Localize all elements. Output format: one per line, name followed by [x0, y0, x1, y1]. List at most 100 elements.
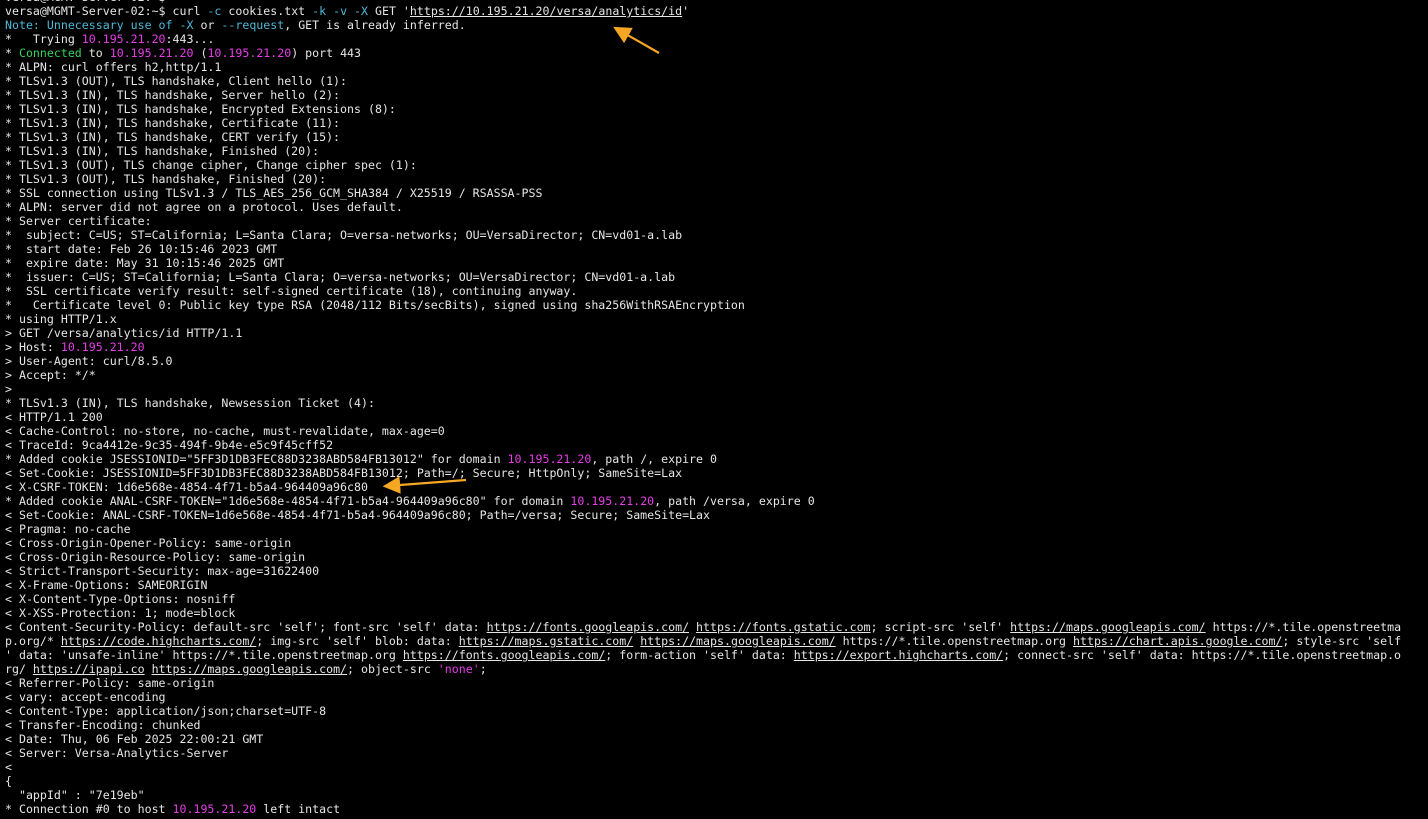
terminal-line: > User-Agent: curl/8.5.0	[5, 354, 1425, 368]
terminal-text: -v	[333, 4, 348, 18]
terminal-line: < Pragma: no-cache	[5, 522, 1425, 536]
terminal-line: * TLSv1.3 (IN), TLS handshake, CERT veri…	[5, 130, 1425, 144]
terminal-text: * TLSv1.3 (OUT), TLS handshake, Client h…	[5, 74, 348, 88]
terminal-text: < Set-Cookie: JSESSIONID=5FF3D1DB3FEC88D…	[5, 466, 683, 480]
terminal-text: > User-Agent: curl/8.5.0	[5, 354, 173, 368]
terminal-line: > Accept: */*	[5, 368, 1425, 382]
terminal-line: * Trying 10.195.21.20:443...	[5, 32, 1425, 46]
terminal-text: * Added cookie ANAL-CSRF-TOKEN="1d6e568e…	[5, 494, 571, 508]
terminal-line: < X-Frame-Options: SAMEORIGIN	[5, 578, 1425, 592]
terminal-text: * TLSv1.3 (IN), TLS handshake, Newsessio…	[5, 396, 375, 410]
terminal-text: < X-Content-Type-Options: nosniff	[5, 592, 236, 606]
terminal-text: * TLSv1.3 (OUT), TLS handshake, Finished…	[5, 172, 327, 186]
terminal-text: -k	[312, 4, 327, 18]
terminal-window[interactable]: versa@MGMT-Server-02:~$ versa@MGMT-Serve…	[0, 0, 1428, 819]
terminal-text: < Strict-Transport-Security: max-age=316…	[5, 564, 320, 578]
terminal-line: * SSL connection using TLSv1.3 / TLS_AES…	[5, 186, 1425, 200]
terminal-text: (	[193, 46, 208, 60]
terminal-text: < Cross-Origin-Opener-Policy: same-origi…	[5, 536, 292, 550]
terminal-text: < Set-Cookie: ANAL-CSRF-TOKEN=1d6e568e-4…	[5, 508, 710, 522]
terminal-text: GET '	[368, 4, 410, 18]
terminal-text: * issuer: C=US; ST=California; L=Santa C…	[5, 270, 676, 284]
terminal-text: < X-XSS-Protection: 1; mode=block	[5, 606, 236, 620]
terminal-link[interactable]: https://maps.googleapis.com/	[1010, 620, 1205, 634]
terminal-line: >	[5, 382, 1425, 396]
terminal-link[interactable]: https://fonts.googleapis.com/	[403, 648, 605, 662]
ip-address: 10.195.21.20	[81, 32, 166, 46]
terminal-text: * Connection #0 to host	[5, 802, 173, 816]
terminal-text: * expire date: May 31 10:15:46 2025 GMT	[5, 256, 285, 270]
terminal-line: * TLSv1.3 (OUT), TLS handshake, Finished…	[5, 172, 1425, 186]
terminal-line: < Cache-Control: no-store, no-cache, mus…	[5, 424, 1425, 438]
terminal-link[interactable]: https://10.195.21.20/versa/analytics/id	[410, 4, 682, 18]
ip-address: 10.195.21.20	[207, 46, 292, 60]
terminal-text: * TLSv1.3 (IN), TLS handshake, Encrypted…	[5, 102, 396, 116]
terminal-text: > GET /versa/analytics/id HTTP/1.1	[5, 326, 243, 340]
terminal-text: < Date: Thu, 06 Feb 2025 22:00:21 GMT	[5, 732, 264, 746]
terminal-line: <	[5, 760, 1425, 774]
terminal-line: * subject: C=US; ST=California; L=Santa …	[5, 228, 1425, 242]
terminal-line: "appId" : "7e19eb"	[5, 788, 1425, 802]
terminal-text: < Cross-Origin-Resource-Policy: same-ori…	[5, 550, 306, 564]
terminal-line: < Server: Versa-Analytics-Server	[5, 746, 1425, 760]
terminal-line: < Referrer-Policy: same-origin	[5, 676, 1425, 690]
terminal-line: * TLSv1.3 (IN), TLS handshake, Finished …	[5, 144, 1425, 158]
terminal-link[interactable]: https://export.highcharts.com/	[794, 648, 1003, 662]
terminal-text: ; img-src 'self' blob: data:	[256, 634, 459, 648]
terminal-text: Connected	[18, 46, 82, 60]
terminal-line: < TraceId: 9ca4412e-9c35-494f-9b4e-e5c9f…	[5, 438, 1425, 452]
terminal-line: * ALPN: curl offers h2,http/1.1	[5, 60, 1425, 74]
terminal-link[interactable]: https://fonts.gstatic.com	[696, 620, 871, 634]
terminal-link[interactable]: https://maps.googleapis.com/	[152, 662, 347, 676]
terminal-line: * TLSv1.3 (OUT), TLS handshake, Client h…	[5, 74, 1425, 88]
terminal-text: https://*.tile.openstreetma	[1205, 620, 1402, 634]
terminal-text: < X-CSRF-TOKEN: 1d6e568e-4854-4f71-b5a4-…	[5, 480, 368, 494]
terminal-text: left intact	[256, 802, 341, 816]
terminal-text: '	[682, 4, 690, 18]
terminal-text: * Certificate level 0: Public key type R…	[5, 298, 745, 312]
terminal-text: < HTTP/1.1 200	[5, 410, 103, 424]
terminal-link[interactable]: https://ipapi.co	[33, 662, 145, 676]
terminal-line: < X-CSRF-TOKEN: 1d6e568e-4854-4f71-b5a4-…	[5, 480, 1425, 494]
terminal-link[interactable]: https://maps.googleapis.com/	[640, 634, 835, 648]
terminal-line: < Content-Type: application/json;charset…	[5, 704, 1425, 718]
terminal-text: , path /, expire 0	[591, 452, 717, 466]
terminal-text: , GET is already inferred.	[284, 18, 466, 32]
terminal-text: * Server certificate:	[5, 214, 152, 228]
terminal-line: < Date: Thu, 06 Feb 2025 22:00:21 GMT	[5, 732, 1425, 746]
terminal-link[interactable]: https://fonts.googleapis.com/	[487, 620, 689, 634]
terminal-text: * Trying	[5, 32, 82, 46]
terminal-text: * TLSv1.3 (IN), TLS handshake, Finished …	[5, 144, 320, 158]
terminal-text: Note: Unnecessary use of	[5, 18, 180, 32]
terminal-text: -c	[207, 4, 222, 18]
terminal-link[interactable]: https://code.highcharts.com/	[61, 634, 256, 648]
terminal-text: < Content-Type: application/json;charset…	[5, 704, 327, 718]
terminal-text: * SSL certificate verify result: self-si…	[5, 284, 578, 298]
terminal-text: < Referrer-Policy: same-origin	[5, 676, 215, 690]
terminal-text: ) port 443	[291, 46, 362, 60]
terminal-text: ; form-action 'self' data:	[605, 648, 794, 662]
terminal-text: < Transfer-Encoding: chunked	[5, 718, 201, 732]
terminal-line: p.org/* https://code.highcharts.com/; im…	[5, 634, 1425, 648]
terminal-text: ; script-src 'self'	[870, 620, 1011, 634]
terminal-line: * start date: Feb 26 10:15:46 2023 GMT	[5, 242, 1425, 256]
terminal-line: {	[5, 774, 1425, 788]
terminal-link[interactable]: https://maps.gstatic.com/	[459, 634, 634, 648]
terminal-line: < Cross-Origin-Resource-Policy: same-ori…	[5, 550, 1425, 564]
terminal-line: * Connection #0 to host 10.195.21.20 lef…	[5, 802, 1425, 816]
terminal-text: * using HTTP/1.x	[5, 312, 117, 326]
terminal-output: versa@MGMT-Server-02:~$ versa@MGMT-Serve…	[5, 0, 1425, 819]
terminal-text: , path /versa, expire 0	[654, 494, 815, 508]
terminal-line: ' data: 'unsafe-inline' https://*.tile.o…	[5, 648, 1425, 662]
terminal-text: < Server: Versa-Analytics-Server	[5, 746, 229, 760]
terminal-text: >	[5, 382, 12, 396]
terminal-line: < X-XSS-Protection: 1; mode=block	[5, 606, 1425, 620]
terminal-link[interactable]: https://chart.apis.google.com/	[1073, 634, 1282, 648]
terminal-line: < Strict-Transport-Security: max-age=316…	[5, 564, 1425, 578]
terminal-text: ; connect-src 'self' data: https://*.til…	[1003, 648, 1402, 662]
ip-address: 10.195.21.20	[570, 494, 655, 508]
terminal-line: * Certificate level 0: Public key type R…	[5, 298, 1425, 312]
terminal-line: rg/ https://ipapi.co https://maps.google…	[5, 662, 1425, 676]
